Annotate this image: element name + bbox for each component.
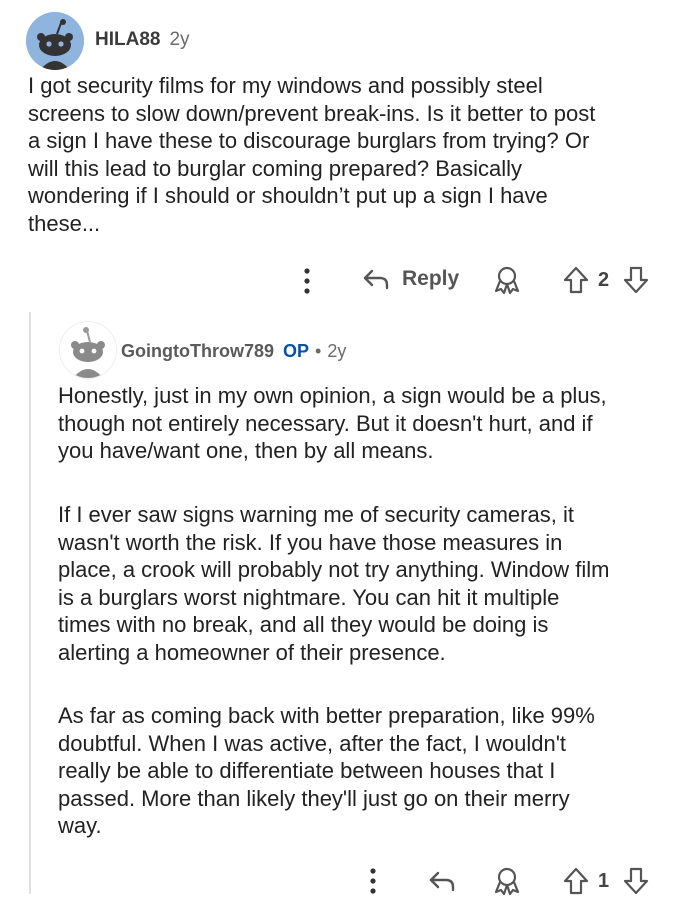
reply-button[interactable]: Reply xyxy=(362,265,459,293)
separator-dot: • xyxy=(315,341,322,361)
reply-username[interactable]: GoingtoThrow789 xyxy=(121,341,274,362)
thread-line[interactable] xyxy=(29,312,31,894)
comment-age: 2y xyxy=(169,29,190,50)
snoo-avatar-icon xyxy=(60,322,116,378)
username[interactable]: HILA88 xyxy=(95,29,160,51)
more-options-button[interactable] xyxy=(362,866,384,896)
snoo-avatar-icon xyxy=(26,12,84,70)
reply-paragraph: Honestly, just in my own opinion, a sign… xyxy=(58,383,607,463)
comment-header: HILA88 2y xyxy=(95,29,190,51)
comment-body: I got security films for my windows and … xyxy=(28,73,596,236)
reply-header: GoingtoThrow789 OP • 2y xyxy=(121,341,346,362)
award-icon xyxy=(494,266,520,295)
reply-label: Reply xyxy=(402,267,460,290)
upvote-arrow-icon xyxy=(563,867,589,895)
vote-count: 1 xyxy=(598,870,610,892)
reply-avatar[interactable] xyxy=(59,321,117,379)
avatar[interactable] xyxy=(26,12,84,70)
upvote-button[interactable] xyxy=(562,866,590,896)
reply-age: 2y xyxy=(327,341,347,361)
reply-paragraph: If I ever saw signs warning me of securi… xyxy=(58,502,610,665)
more-options-button[interactable] xyxy=(296,266,318,296)
downvote-arrow-icon xyxy=(623,266,649,294)
upvote-arrow-icon xyxy=(563,266,589,294)
award-button[interactable] xyxy=(492,866,522,896)
reply-button[interactable] xyxy=(428,867,456,895)
comment-actions: Reply 2 xyxy=(296,261,656,299)
award-icon xyxy=(494,867,520,896)
downvote-button[interactable] xyxy=(622,265,650,295)
more-options-icon xyxy=(370,868,376,894)
more-options-icon xyxy=(304,268,310,294)
op-badge: OP xyxy=(283,341,310,361)
upvote-button[interactable] xyxy=(562,265,590,295)
reply-arrow-icon xyxy=(363,269,389,290)
downvote-arrow-icon xyxy=(623,867,649,895)
award-button[interactable] xyxy=(492,265,522,295)
reply-paragraph: As far as coming back with better prepar… xyxy=(58,703,595,838)
reply-actions: 1 xyxy=(362,863,662,897)
downvote-button[interactable] xyxy=(622,866,650,896)
vote-count: 2 xyxy=(598,269,610,291)
reply-arrow-icon xyxy=(429,871,455,892)
